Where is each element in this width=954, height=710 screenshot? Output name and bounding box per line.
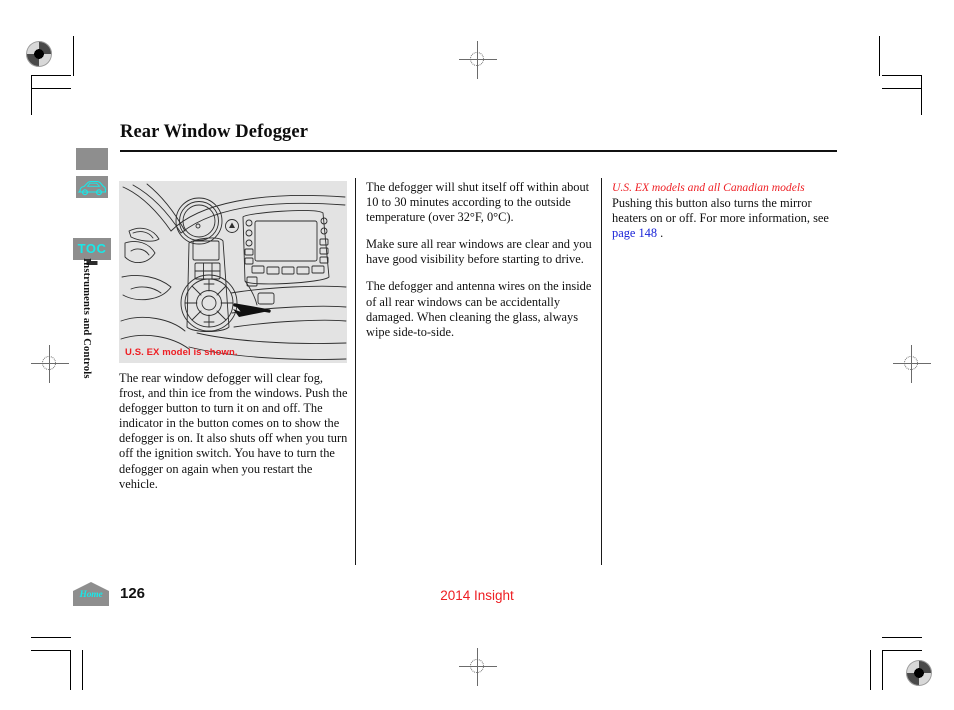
page-title: Rear Window Defogger [120,122,309,142]
console-line-art [120,183,347,360]
model-note-heading: U.S. EX models and all Canadian models [612,181,805,194]
paragraph: U.S. EX models and all Canadian models Pu… [612,180,844,241]
sidebar-tabs: TOC [73,148,111,266]
body-column-middle: The defogger will shut itself off within… [366,180,596,340]
model-note-text: Pushing this button also turns the mirro… [612,196,829,226]
column-divider-left [355,178,356,565]
sidebar-item-toc[interactable]: TOC [73,238,111,260]
body-column-left: The rear window defogger will clear fog,… [119,371,349,492]
title-divider [120,150,837,152]
manual-page: TOC Instruments and Controls Rear Window… [0,0,954,710]
paragraph: The defogger and antenna wires on the in… [366,279,592,339]
sidebar-item-info[interactable] [76,148,108,170]
model-year-line: 2014 Insight [440,588,514,603]
model-note-text-end: . [657,226,664,241]
column-divider-right [601,178,602,565]
page-reference-link[interactable]: page 148 [612,226,657,240]
car-icon [76,176,108,198]
body-column-right: U.S. EX models and all Canadian models Pu… [612,180,844,241]
figure-caption: U.S. EX model is shown. [125,347,238,358]
sidebar-item-vehicle[interactable] [76,176,108,198]
section-label: Instruments and Controls [81,258,92,379]
paragraph: The defogger will shut itself off within… [366,180,590,225]
callout-arrow [233,303,271,317]
dashboard-illustration: U.S. EX model is shown. [119,181,347,363]
paragraph: The rear window defogger will clear fog,… [119,371,348,491]
paragraph: Make sure all rear windows are clear and… [366,237,592,267]
